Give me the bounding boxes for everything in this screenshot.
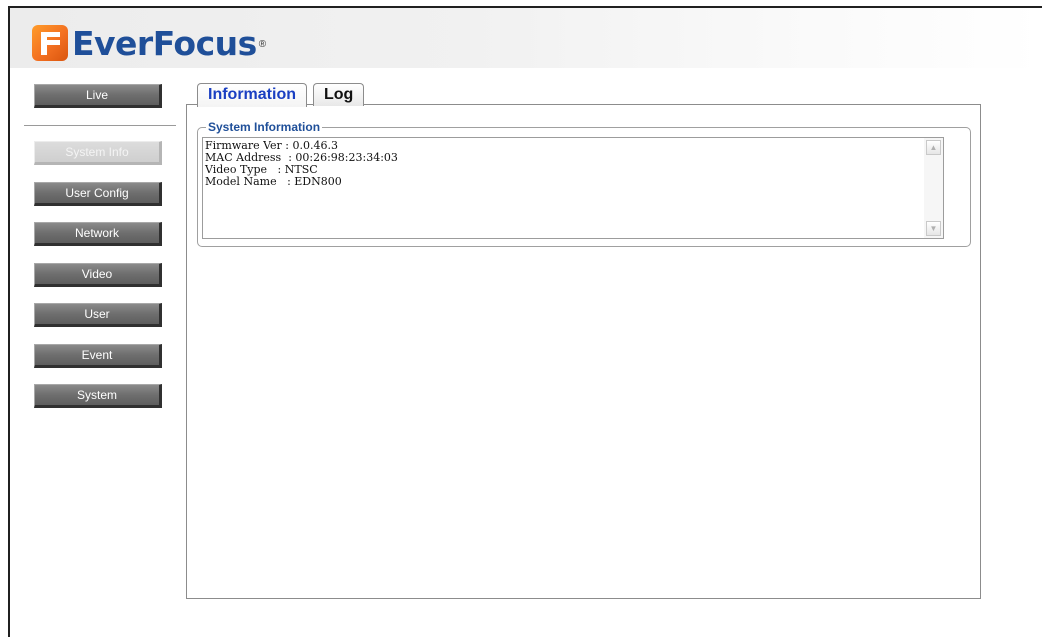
system-information-legend: System Information: [208, 120, 321, 134]
sidebar-item-live[interactable]: Live: [34, 84, 162, 108]
sidebar-divider: [24, 125, 176, 126]
triangle-up-icon[interactable]: ▲: [926, 140, 941, 155]
system-info-textarea[interactable]: Firmware Ver : 0.0.46.3 MAC Address : 00…: [202, 137, 944, 239]
tab-log[interactable]: Log: [313, 83, 365, 106]
textarea-scrollbar[interactable]: ▲ ▼: [924, 138, 943, 238]
sidebar-item-event[interactable]: Event: [34, 344, 162, 368]
sidebar-item-video[interactable]: Video: [34, 263, 162, 287]
sidebar-item-user-config[interactable]: User Config: [34, 182, 162, 206]
sidebar-item-network[interactable]: Network: [34, 222, 162, 246]
system-info-text: Firmware Ver : 0.0.46.3 MAC Address : 00…: [205, 140, 398, 188]
model-name-line: Model Name : EDN800: [205, 175, 342, 188]
sidebar-item-system-info[interactable]: System Info: [34, 141, 162, 165]
everfocus-logo-mark-icon: [32, 25, 68, 61]
registered-mark: ®: [258, 38, 267, 50]
triangle-down-icon[interactable]: ▼: [926, 221, 941, 236]
sidebar-item-user[interactable]: User: [34, 303, 162, 327]
everfocus-logo: EverFocus ®: [32, 22, 266, 64]
sidebar-item-system[interactable]: System: [34, 384, 162, 408]
logo-text: EverFocus: [72, 23, 257, 63]
tab-information[interactable]: Information: [197, 83, 307, 107]
header-banner: EverFocus ®: [10, 8, 1042, 68]
